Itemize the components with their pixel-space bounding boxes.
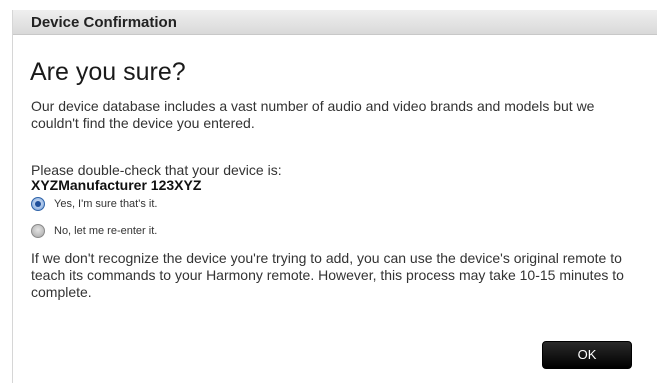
option-no-label: No, let me re-enter it. [54, 225, 158, 237]
radio-selected-icon[interactable] [31, 197, 45, 211]
option-no-reenter[interactable]: No, let me re-enter it. [31, 224, 157, 238]
option-yes-sure[interactable]: Yes, I'm sure that's it. [31, 197, 157, 211]
ok-button[interactable]: OK [542, 341, 632, 369]
dialog-title: Device Confirmation [31, 14, 177, 31]
help-text: If we don't recognize the device you're … [31, 250, 624, 300]
radio-unselected-icon[interactable] [31, 224, 45, 238]
intro-text: Our device database includes a vast numb… [31, 98, 595, 131]
device-name: XYZManufacturer 123XYZ [31, 177, 202, 193]
device-confirmation-dialog: Device Confirmation Are you sure? Our de… [12, 10, 657, 383]
option-yes-label: Yes, I'm sure that's it. [54, 198, 158, 210]
dialog-titlebar: Device Confirmation [13, 10, 657, 35]
dialog-heading: Are you sure? [30, 58, 186, 86]
